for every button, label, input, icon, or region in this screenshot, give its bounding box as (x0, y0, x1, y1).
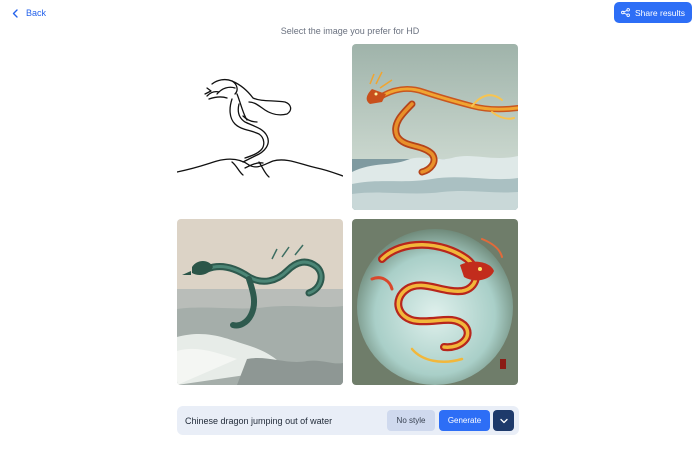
page-title: Select the image you prefer for HD (280, 26, 420, 36)
golden-dragon-icon (352, 44, 518, 210)
share-icon (621, 8, 630, 17)
prompt-input[interactable] (185, 406, 385, 435)
style-button[interactable]: No style (387, 410, 435, 431)
page: Back Share results Select the image you … (0, 0, 700, 454)
prompt-bar: No style Generate (177, 406, 519, 435)
teal-dragon-icon (177, 219, 343, 385)
share-label: Share results (634, 7, 686, 18)
generate-label: Generate (447, 416, 482, 425)
image-grid (177, 44, 519, 386)
image-option-teal-dragon[interactable] (177, 219, 343, 385)
chevron-down-icon (499, 418, 508, 423)
back-label: Back (26, 8, 47, 18)
image-option-red-gold-dragon[interactable] (352, 219, 518, 385)
back-button[interactable]: Back (12, 6, 46, 20)
sketch-dragon-icon (177, 78, 343, 178)
generate-button[interactable]: Generate (439, 410, 490, 431)
chevron-left-icon (12, 8, 18, 18)
share-results-button[interactable]: Share results (614, 2, 692, 23)
style-label: No style (396, 416, 426, 425)
generate-options-button[interactable] (493, 410, 514, 431)
image-option-golden-dragon[interactable] (352, 44, 518, 210)
red-gold-dragon-icon (352, 219, 518, 385)
image-option-sketch[interactable] (177, 44, 343, 210)
